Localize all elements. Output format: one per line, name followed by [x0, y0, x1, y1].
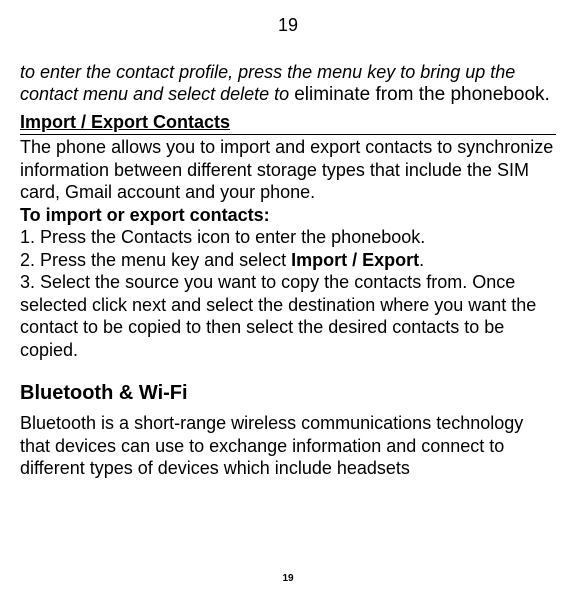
step-2-pre: 2. Press the menu key and select — [20, 250, 291, 270]
import-export-description: The phone allows you to import and expor… — [20, 136, 556, 204]
intro-nonitalic: eliminate from the phonebook. — [294, 84, 550, 105]
bluetooth-wifi-heading: Bluetooth & Wi-Fi — [20, 381, 556, 406]
step-2: 2. Press the menu key and select Import … — [20, 249, 556, 272]
import-export-heading: Import / Export Contacts — [20, 111, 556, 136]
intro-paragraph: to enter the contact profile, press the … — [20, 61, 556, 107]
step-1: 1. Press the Contacts icon to enter the … — [20, 226, 556, 249]
page-number-bottom: 19 — [0, 573, 576, 586]
bluetooth-description: Bluetooth is a short-range wireless comm… — [20, 412, 556, 480]
step-3: 3. Select the source you want to copy th… — [20, 271, 556, 361]
page-number-top: 19 — [20, 14, 556, 37]
step-2-post: . — [419, 250, 424, 270]
import-export-subheading: To import or export contacts: — [20, 204, 556, 227]
step-2-bold: Import / Export — [291, 250, 419, 270]
